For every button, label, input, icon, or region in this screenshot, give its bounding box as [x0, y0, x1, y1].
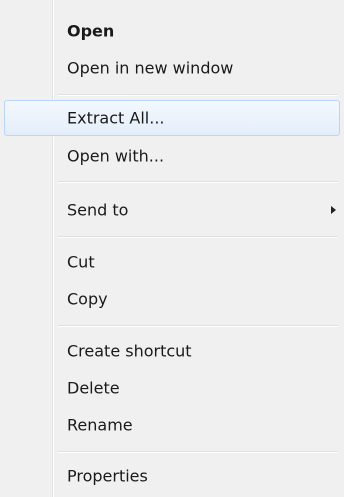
menu-separator	[58, 325, 338, 327]
menu-item-label: Open in new window	[67, 58, 234, 78]
menu-item-copy[interactable]: Copy	[4, 281, 340, 317]
menu-item-label: Send to	[67, 200, 129, 220]
menu-separator	[58, 236, 338, 238]
menu-item-open[interactable]: Open	[4, 13, 340, 49]
menu-separator	[58, 451, 338, 453]
context-menu: Open Open in new window Extract All... O…	[0, 0, 344, 497]
menu-item-open-in-new-window[interactable]: Open in new window	[4, 50, 340, 86]
menu-separator	[58, 94, 338, 96]
menu-separator	[58, 181, 338, 183]
menu-item-delete[interactable]: Delete	[4, 370, 340, 406]
menu-item-send-to[interactable]: Send to	[4, 192, 340, 228]
menu-item-properties[interactable]: Properties	[4, 458, 340, 494]
menu-item-cut[interactable]: Cut	[4, 244, 340, 280]
menu-item-label: Properties	[67, 466, 148, 486]
menu-item-label: Delete	[67, 378, 120, 398]
menu-item-label: Cut	[67, 252, 95, 272]
menu-item-label: Rename	[67, 415, 133, 435]
menu-item-label: Extract All...	[67, 108, 165, 128]
menu-item-rename[interactable]: Rename	[4, 407, 340, 443]
menu-item-label: Open	[67, 21, 115, 41]
menu-item-create-shortcut[interactable]: Create shortcut	[4, 333, 340, 369]
submenu-arrow-icon	[331, 206, 336, 214]
menu-item-extract-all[interactable]: Extract All...	[4, 100, 340, 136]
menu-item-label: Open with...	[67, 146, 165, 166]
menu-item-label: Copy	[67, 289, 108, 309]
menu-item-open-with[interactable]: Open with...	[4, 138, 340, 174]
menu-item-label: Create shortcut	[67, 341, 192, 361]
